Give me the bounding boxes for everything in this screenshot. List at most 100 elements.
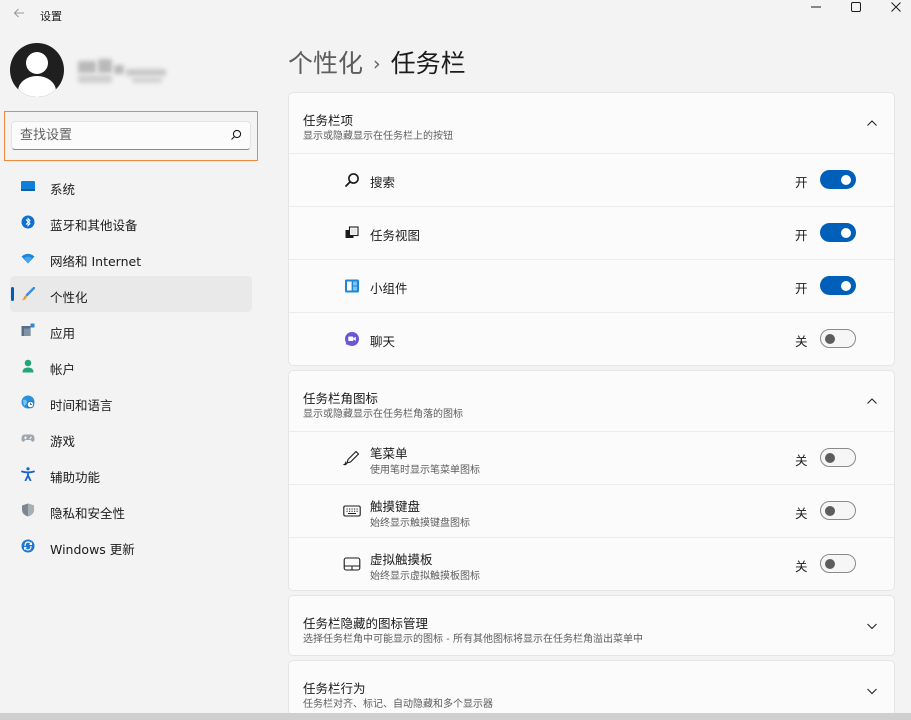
toggle-state-label: 关 (795, 453, 808, 468)
taskbar-behaviors-header[interactable]: 任务栏行为 任务栏对齐、标记、自动隐藏和多个显示器 (289, 661, 894, 720)
maximize-icon (851, 2, 861, 12)
setting-label: 聊天 (370, 334, 396, 349)
taskbar-items-header[interactable]: 任务栏项 显示或隐藏显示在任务栏上的按钮 (289, 93, 894, 153)
bluetooth-icon (21, 215, 35, 229)
chevron-up-icon[interactable] (866, 395, 878, 407)
setting-row-task-view: 任务视图 开 (289, 206, 894, 259)
touch-keyboard-toggle[interactable] (820, 501, 856, 520)
system-icon (21, 181, 35, 191)
sidebar-item-accounts[interactable]: 帐户 (10, 348, 252, 384)
gamepad-icon (21, 434, 35, 442)
back-arrow-icon (13, 8, 24, 18)
search-icon[interactable] (229, 128, 243, 142)
sidebar-item-gaming[interactable]: 游戏 (10, 420, 252, 456)
sidebar-item-system[interactable]: 系统 (10, 168, 252, 204)
chevron-down-icon[interactable] (866, 620, 878, 632)
brush-icon (21, 287, 35, 301)
chat-toggle[interactable] (820, 329, 856, 348)
sidebar-item-bluetooth[interactable]: 蓝牙和其他设备 (10, 204, 252, 240)
toggle-state-label: 开 (795, 175, 808, 190)
setting-row-search: 搜索 开 (289, 153, 894, 206)
sidebar-item-label: 应用 (50, 326, 76, 341)
toggle-state-label: 开 (795, 281, 808, 296)
touchpad-icon (343, 557, 361, 571)
pen-icon (343, 450, 360, 466)
setting-label: 虚拟触摸板 (370, 552, 433, 567)
setting-description: 始终显示虚拟触摸板图标 (370, 571, 480, 582)
sidebar-item-label: 蓝牙和其他设备 (50, 218, 138, 233)
breadcrumb-parent[interactable]: 个性化 (288, 49, 363, 78)
section-description: 选择任务栏角中可能显示的图标 - 所有其他图标将显示在任务栏角溢出菜单中 (303, 634, 643, 645)
sidebar-item-privacy[interactable]: 隐私和安全性 (10, 492, 252, 528)
sidebar-item-network[interactable]: 网络和 Internet (10, 240, 252, 276)
close-icon (891, 2, 901, 12)
taskbar-items-card: 任务栏项 显示或隐藏显示在任务栏上的按钮 搜索 开 任务视图 开 小组件 开 聊… (288, 92, 895, 366)
maximize-button[interactable] (836, 0, 876, 16)
overflow-icons-header[interactable]: 任务栏隐藏的图标管理 选择任务栏角中可能显示的图标 - 所有其他图标将显示在任务… (289, 596, 894, 656)
sidebar-item-label: 系统 (50, 182, 76, 197)
sidebar-item-time-language[interactable]: 时间和语言 (10, 384, 252, 420)
sidebar-item-label: 时间和语言 (50, 398, 113, 413)
accessibility-icon (21, 467, 35, 481)
sidebar-item-windows-update[interactable]: Windows 更新 (10, 528, 252, 564)
search-box[interactable] (11, 121, 251, 150)
selection-indicator (11, 287, 14, 301)
virtual-touchpad-toggle[interactable] (820, 554, 856, 573)
globe-clock-icon (21, 395, 35, 409)
setting-label: 小组件 (370, 281, 408, 296)
taskbar-behaviors-card[interactable]: 任务栏行为 任务栏对齐、标记、自动隐藏和多个显示器 (288, 660, 895, 716)
sidebar-nav: 系统 蓝牙和其他设备 网络和 Internet 个性化 应用 帐户 时间和语言 … (10, 168, 252, 564)
chevron-down-icon[interactable] (866, 685, 878, 697)
back-button[interactable] (10, 6, 28, 24)
sidebar-item-label: 游戏 (50, 434, 76, 449)
chat-icon (345, 332, 359, 346)
apps-icon (21, 323, 35, 336)
close-button[interactable] (876, 0, 911, 16)
minimize-icon (811, 6, 821, 8)
user-profile[interactable] (10, 43, 250, 103)
task-view-icon (345, 226, 359, 238)
sidebar-item-apps[interactable]: 应用 (10, 312, 252, 348)
sidebar-item-label: 网络和 Internet (50, 254, 142, 269)
setting-row-virtual-touchpad: 虚拟触摸板 始终显示虚拟触摸板图标 关 (289, 537, 894, 590)
setting-label: 任务视图 (370, 228, 421, 243)
sidebar-item-label: 帐户 (50, 362, 76, 377)
minimize-button[interactable] (796, 0, 836, 16)
page-title: 任务栏 (390, 49, 466, 78)
breadcrumb-separator: › (373, 53, 381, 75)
account-icon (22, 359, 34, 373)
sidebar-item-personalization[interactable]: 个性化 (10, 276, 252, 312)
sidebar-item-accessibility[interactable]: 辅助功能 (10, 456, 252, 492)
user-name-blurred (76, 59, 176, 85)
pen-menu-toggle[interactable] (820, 448, 856, 467)
setting-label: 笔菜单 (370, 446, 408, 461)
bottom-edge-strip (0, 713, 911, 720)
search-input[interactable] (20, 126, 220, 145)
windows-update-icon (21, 539, 35, 553)
section-description: 任务栏对齐、标记、自动隐藏和多个显示器 (303, 699, 493, 710)
section-description: 显示或隐藏显示在任务栏上的按钮 (303, 131, 453, 142)
corner-icons-header[interactable]: 任务栏角图标 显示或隐藏显示在任务栏角落的图标 (289, 371, 894, 431)
setting-label: 触摸键盘 (370, 499, 421, 514)
search-toggle[interactable] (820, 170, 856, 189)
toggle-state-label: 关 (795, 506, 808, 521)
title-bar: 设置 (0, 0, 911, 30)
setting-row-touch-keyboard: 触摸键盘 始终显示触摸键盘图标 关 (289, 484, 894, 537)
setting-description: 使用笔时显示笔菜单图标 (370, 465, 480, 476)
chevron-up-icon[interactable] (866, 117, 878, 129)
shield-icon (22, 503, 34, 517)
toggle-state-label: 关 (795, 334, 808, 349)
task-view-toggle[interactable] (820, 223, 856, 242)
sidebar-item-label: 个性化 (50, 290, 88, 305)
search-icon (345, 173, 359, 187)
corner-icons-card: 任务栏角图标 显示或隐藏显示在任务栏角落的图标 笔菜单 使用笔时显示笔菜单图标 … (288, 370, 895, 591)
setting-row-widgets: 小组件 开 (289, 259, 894, 312)
setting-row-chat: 聊天 关 (289, 312, 894, 365)
setting-label: 搜索 (370, 175, 396, 190)
setting-description: 始终显示触摸键盘图标 (370, 518, 470, 529)
setting-row-pen-menu: 笔菜单 使用笔时显示笔菜单图标 关 (289, 431, 894, 484)
sidebar-item-label: 辅助功能 (50, 470, 101, 485)
widgets-toggle[interactable] (820, 276, 856, 295)
overflow-icons-card[interactable]: 任务栏隐藏的图标管理 选择任务栏角中可能显示的图标 - 所有其他图标将显示在任务… (288, 595, 895, 656)
app-title: 设置 (40, 10, 62, 23)
